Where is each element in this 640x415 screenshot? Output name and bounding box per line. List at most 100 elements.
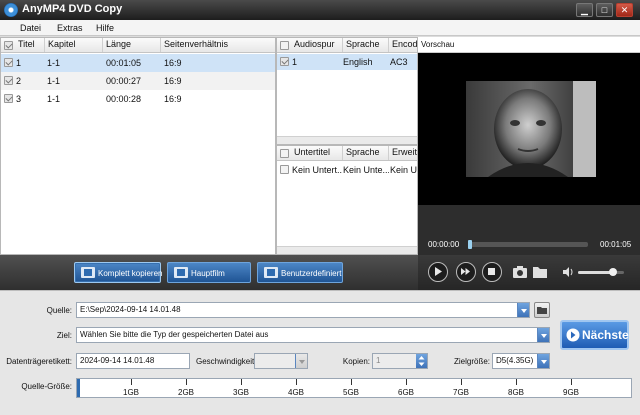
disc-label-input[interactable]: 2024-09-14 14.01.48 [76,353,190,369]
film-icon [81,267,95,278]
size-tick [461,379,462,385]
header-encoder[interactable]: Encode [389,38,417,52]
size-tick [241,379,242,385]
stop-button[interactable] [482,262,502,282]
full-copy-button[interactable]: Komplett kopieren [74,262,162,283]
copies-value: 1 [376,356,381,365]
film-icon [174,267,188,278]
size-tick-label: 7GB [452,388,470,397]
row-checkbox[interactable] [280,165,289,174]
title-bar: AnyMP4 DVD Copy ▁ □ ✕ [0,0,640,20]
subtitle-extended: Kein Un [390,165,417,175]
close-icon: ✕ [620,5,629,15]
size-tick-label: 6GB [397,388,415,397]
row-checkbox[interactable] [4,58,13,67]
table-row[interactable]: 2 1-1 00:00:27 16:9 [1,72,275,90]
header-audiospur[interactable]: Audiospur [291,38,343,52]
fast-forward-button[interactable] [456,262,476,282]
row-checkbox[interactable] [280,57,289,66]
speed-dropdown-arrow[interactable] [295,354,307,368]
play-button[interactable] [428,262,448,282]
subtitle-panel: Untertitel Sprache Erweite Kein Untert..… [276,145,418,255]
player-controls [418,255,640,290]
source-dropdown[interactable]: E:\Sep\2024-09-14 14.01.48 [76,302,530,318]
row-length: 00:00:27 [106,76,142,86]
disc-label-value: 2024-09-14 14.01.48 [80,356,155,365]
target-value: Wählen Sie bitte die Typ der gespeichert… [80,330,269,339]
target-size-dropdown-arrow[interactable] [537,354,549,368]
audio-language: English [343,57,373,67]
header-laenge[interactable]: Länge [103,38,161,52]
audio-scrollbar[interactable] [277,136,417,144]
minimize-button[interactable]: ▁ [576,3,593,17]
menu-hilfe[interactable]: Hilfe [96,23,114,33]
select-all-titles-checkbox[interactable] [4,41,13,50]
source-value: E:\Sep\2024-09-14 14.01.48 [80,305,181,314]
spin-arrows-icon [418,356,425,366]
size-tick-label: 1GB [122,388,140,397]
size-tick [406,379,407,385]
table-row[interactable]: 1 1-1 00:01:05 16:9 [1,54,275,72]
table-row[interactable]: Kein Untert... Kein Unte... Kein Un [277,162,417,178]
header-kapitel[interactable]: Kapitel [45,38,103,52]
menu-datei[interactable]: Datei [20,23,41,33]
header-erweitert[interactable]: Erweite [389,146,417,160]
size-tick [516,379,517,385]
size-tick [351,379,352,385]
header-titel[interactable]: Titel [15,38,45,52]
preview-timeline: 00:00:00 00:01:05 [418,205,640,255]
maximize-button[interactable]: □ [596,3,613,17]
row-checkbox[interactable] [4,76,13,85]
select-all-subtitles-checkbox[interactable] [280,149,289,158]
table-row[interactable]: 3 1-1 00:00:28 16:9 [1,90,275,108]
table-row[interactable]: 1 English AC3 [277,54,417,70]
header-seitenverhaeltnis[interactable]: Seitenverhältnis [161,38,275,52]
menu-extras[interactable]: Extras [57,23,83,33]
main-movie-button[interactable]: Hauptfilm [167,262,251,283]
disc-label-label: Datenträgeretikett: [6,357,72,366]
timeline-track[interactable] [468,240,588,249]
source-dropdown-arrow[interactable] [517,303,529,317]
folder-icon[interactable] [532,265,548,279]
size-scale: 1GB 2GB 3GB 4GB 5GB 6GB 7GB 8GB 9GB [77,379,631,397]
row-ratio: 16:9 [164,94,182,104]
select-all-audio-checkbox[interactable] [280,41,289,50]
size-tick-label: 4GB [287,388,305,397]
timeline-handle[interactable] [468,240,472,249]
row-ratio: 16:9 [164,58,182,68]
preview-label: Vorschau [421,40,455,49]
target-size-value: D5(4.35G) [496,356,534,365]
size-tick-label: 5GB [342,388,360,397]
close-button[interactable]: ✕ [616,3,633,17]
header-sprache[interactable]: Sprache [343,38,389,52]
speaker-icon[interactable] [562,266,574,278]
maximize-icon: □ [601,5,608,15]
menu-bar: Datei Extras Hilfe [0,20,640,36]
header-untertitel[interactable]: Untertitel [291,146,343,160]
source-browse-button[interactable] [534,302,550,318]
size-tick-label: 3GB [232,388,250,397]
header-sprache[interactable]: Sprache [343,146,389,160]
current-time: 00:00:00 [428,240,460,249]
app-title: AnyMP4 DVD Copy [22,3,123,15]
subtitle-scrollbar[interactable] [277,246,417,254]
next-button[interactable]: Nächste [560,320,629,350]
custom-button[interactable]: Benutzerdefiniert [257,262,343,283]
row-length: 00:00:28 [106,94,142,104]
target-label: Ziel: [56,331,72,340]
preview-video[interactable] [418,53,640,205]
volume-slider[interactable] [578,268,624,276]
preview-frame-image [466,81,596,177]
stop-icon [488,268,495,275]
row-chapter: 1-1 [47,94,61,104]
source-size-label: Quelle-Größe: [21,382,72,391]
source-size-bar: 1GB 2GB 3GB 4GB 5GB 6GB 7GB 8GB 9GB [76,378,632,398]
row-checkbox[interactable] [4,94,13,103]
volume-handle[interactable] [608,268,617,276]
camera-icon[interactable] [512,265,528,279]
row-title-num: 3 [16,94,22,104]
copies-spin-buttons[interactable] [416,354,427,368]
target-dropdown-arrow[interactable] [537,328,549,342]
play-icon [435,267,442,276]
target-dropdown[interactable]: Wählen Sie bitte die Typ der gespeichert… [76,327,550,343]
